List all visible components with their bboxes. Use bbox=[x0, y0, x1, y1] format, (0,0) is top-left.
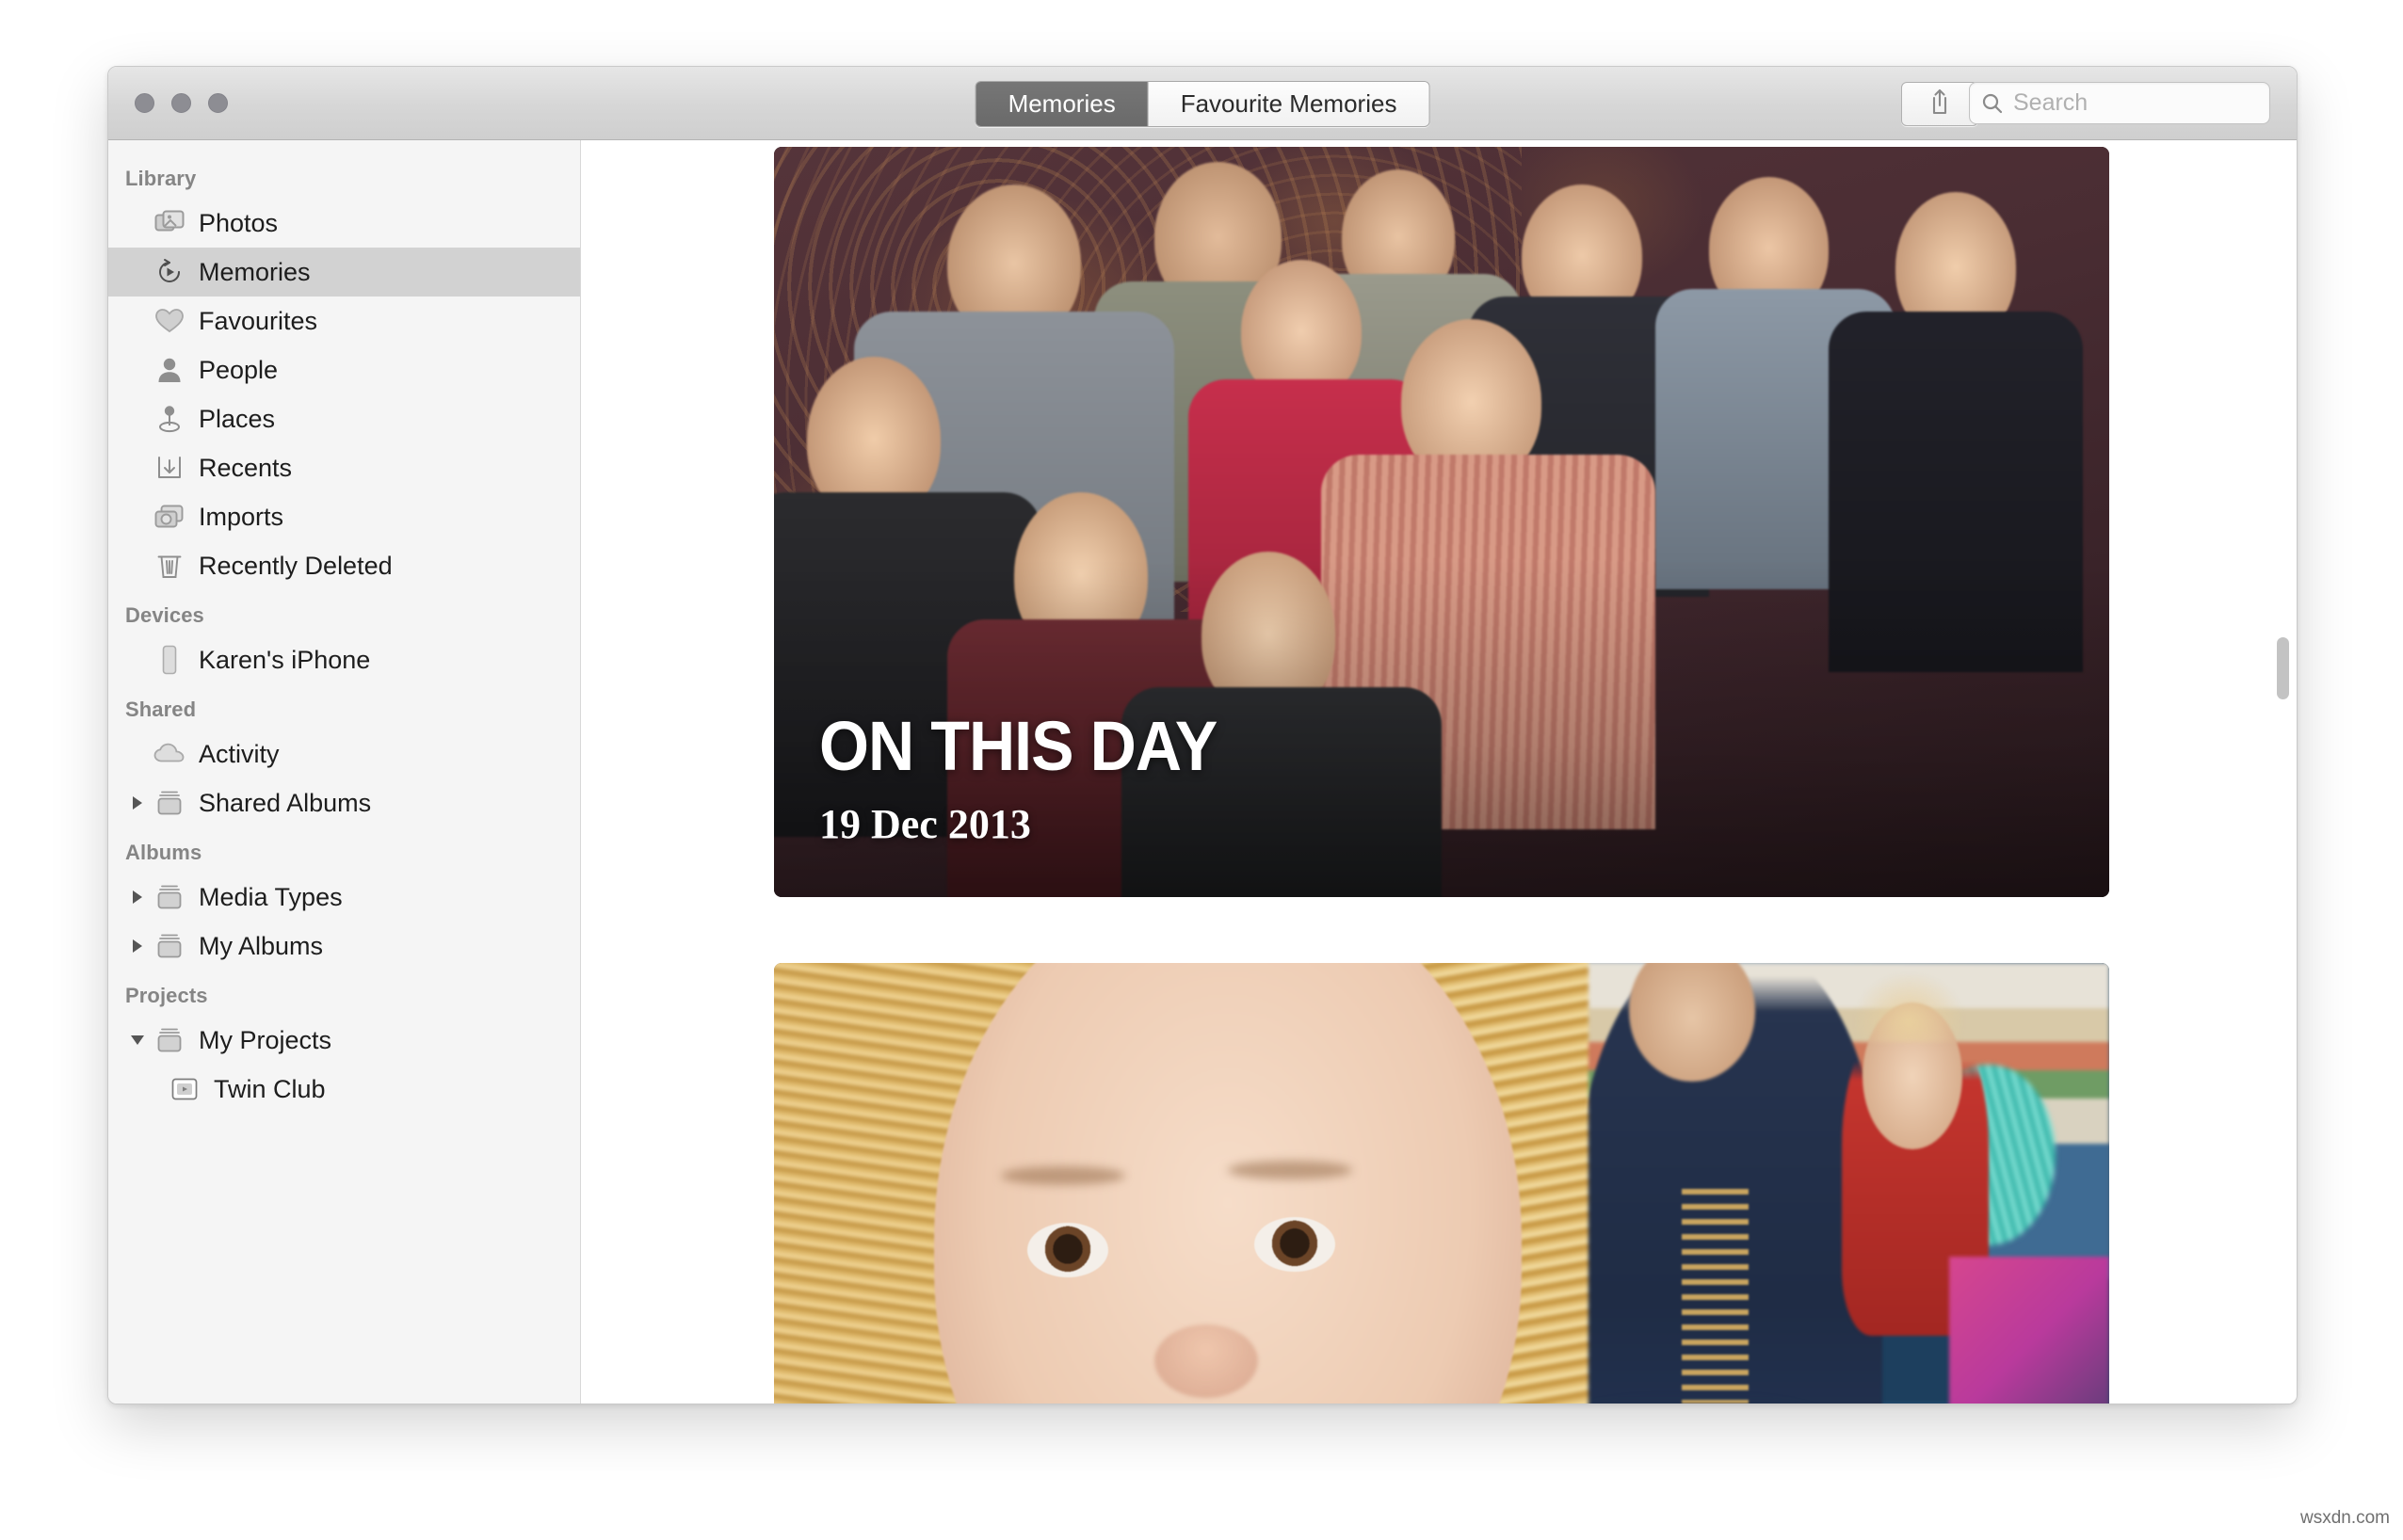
sidebar-item-label: Favourites bbox=[199, 306, 318, 335]
sidebar-item-label: Recently Deleted bbox=[199, 551, 393, 580]
sidebar-item-activity[interactable]: Activity bbox=[108, 730, 580, 778]
sidebar-section-albums: Albums bbox=[125, 841, 202, 864]
window-content: Library Photos Memories Favourites Peopl… bbox=[108, 140, 2297, 1404]
download-icon bbox=[150, 454, 189, 482]
heart-icon bbox=[150, 307, 189, 335]
sidebar-item-label: Places bbox=[199, 404, 276, 433]
share-button[interactable] bbox=[1901, 82, 1978, 126]
sidebar-item-label: Photos bbox=[199, 208, 279, 237]
zoom-button[interactable] bbox=[208, 93, 228, 113]
sidebar-item-label: My Albums bbox=[199, 931, 324, 960]
sidebar-item-photos[interactable]: Photos bbox=[108, 199, 580, 248]
memories-list[interactable]: ON THIS DAY 19 Dec 2013 bbox=[581, 140, 2297, 1404]
sidebar-item-label: Shared Albums bbox=[199, 788, 372, 817]
memories-icon bbox=[150, 257, 189, 287]
scrollbar-thumb[interactable] bbox=[2277, 637, 2289, 699]
search-icon bbox=[1981, 92, 2004, 115]
close-button[interactable] bbox=[135, 93, 154, 113]
chevron-right-icon[interactable] bbox=[125, 889, 150, 906]
memory-date: 19 Dec 2013 bbox=[819, 801, 1031, 847]
sidebar-item-karens-iphone[interactable]: Karen's iPhone bbox=[108, 635, 580, 684]
pin-icon bbox=[150, 404, 189, 434]
trash-icon bbox=[150, 552, 189, 580]
sidebar-item-label: Activity bbox=[199, 739, 280, 768]
sidebar-section-library: Library bbox=[125, 167, 197, 190]
sidebar-item-recents[interactable]: Recents bbox=[108, 443, 580, 492]
photos-icon bbox=[150, 210, 189, 236]
person-icon bbox=[150, 356, 189, 384]
sidebar-item-label: Memories bbox=[199, 257, 311, 286]
album-icon bbox=[150, 1026, 189, 1054]
iphone-icon bbox=[150, 645, 189, 675]
view-mode-segmented-control[interactable]: Memories Favourite Memories bbox=[975, 81, 1430, 127]
sidebar-item-favourites[interactable]: Favourites bbox=[108, 297, 580, 345]
sidebar-item-label: My Projects bbox=[199, 1025, 332, 1054]
sidebar-section-devices: Devices bbox=[125, 603, 204, 627]
memory-card[interactable]: ON THIS DAY 19 Dec 2013 bbox=[774, 147, 2109, 897]
sidebar-item-label: Media Types bbox=[199, 882, 343, 911]
album-icon bbox=[150, 789, 189, 817]
chevron-down-icon[interactable] bbox=[125, 1032, 150, 1049]
sidebar-item-imports[interactable]: Imports bbox=[108, 492, 580, 541]
sidebar-item-label: Recents bbox=[199, 453, 293, 482]
sidebar-section-shared: Shared bbox=[125, 698, 197, 721]
sidebar-section-projects: Projects bbox=[125, 984, 208, 1007]
sidebar[interactable]: Library Photos Memories Favourites Peopl… bbox=[108, 140, 581, 1404]
sidebar-item-recently-deleted[interactable]: Recently Deleted bbox=[108, 541, 580, 590]
memory-photo bbox=[774, 963, 2109, 1404]
camera-icon bbox=[150, 504, 189, 530]
sidebar-item-media-types[interactable]: Media Types bbox=[108, 873, 580, 922]
chevron-right-icon[interactable] bbox=[125, 938, 150, 954]
minimise-button[interactable] bbox=[171, 93, 191, 113]
sidebar-item-shared-albums[interactable]: Shared Albums bbox=[108, 778, 580, 827]
sidebar-item-my-projects[interactable]: My Projects bbox=[108, 1016, 580, 1065]
memory-title: ON THIS DAY bbox=[819, 707, 1218, 785]
slideshow-icon bbox=[165, 1077, 204, 1101]
cloud-icon bbox=[150, 743, 189, 765]
screen: Memories Favourite Memories Search Libra… bbox=[0, 0, 2403, 1540]
sidebar-item-people[interactable]: People bbox=[108, 345, 580, 394]
sidebar-item-my-albums[interactable]: My Albums bbox=[108, 922, 580, 971]
sidebar-item-label: Twin Club bbox=[214, 1074, 326, 1103]
watermark: wsxdn.com bbox=[2299, 1508, 2390, 1528]
tab-favourite-memories[interactable]: Favourite Memories bbox=[1147, 82, 1429, 126]
sidebar-item-twin-club[interactable]: Twin Club bbox=[108, 1065, 580, 1114]
album-icon bbox=[150, 932, 189, 960]
memory-card[interactable] bbox=[774, 963, 2109, 1404]
album-icon bbox=[150, 883, 189, 911]
share-icon bbox=[1927, 88, 1952, 120]
search-field[interactable]: Search bbox=[1969, 82, 2270, 124]
sidebar-item-memories[interactable]: Memories bbox=[108, 248, 580, 297]
sidebar-item-label: People bbox=[199, 355, 279, 384]
memory-photo: ON THIS DAY 19 Dec 2013 bbox=[774, 147, 2109, 897]
sidebar-item-places[interactable]: Places bbox=[108, 394, 580, 443]
chevron-right-icon[interactable] bbox=[125, 794, 150, 811]
photos-app-window: Memories Favourite Memories Search Libra… bbox=[107, 66, 2298, 1404]
vertical-scrollbar[interactable] bbox=[2272, 140, 2293, 1404]
tab-memories[interactable]: Memories bbox=[976, 82, 1148, 126]
search-input[interactable]: Search bbox=[2013, 89, 2088, 117]
window-titlebar: Memories Favourite Memories Search bbox=[108, 67, 2297, 140]
sidebar-item-label: Karen's iPhone bbox=[199, 645, 371, 674]
sidebar-item-label: Imports bbox=[199, 502, 284, 531]
traffic-light-group bbox=[135, 93, 228, 113]
